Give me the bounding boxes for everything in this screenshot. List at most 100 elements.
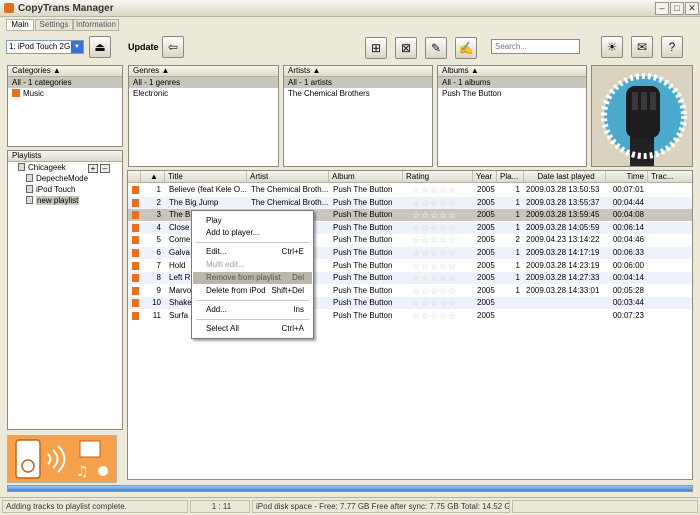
genres-header[interactable]: Genres ▲ [129, 66, 278, 77]
rating-stars[interactable]: ☆☆☆☆☆ [410, 297, 472, 309]
add-track-button[interactable]: ⊞ [365, 37, 387, 59]
rating-stars[interactable]: ☆☆☆☆☆ [410, 247, 472, 259]
track-date-last-played: 2009.03.28 14:27:33 [526, 273, 600, 283]
mail-button[interactable]: ✉ [631, 36, 653, 58]
table-row[interactable]: 1 Believe (feat Kele O... The Chemical Bro… [128, 184, 692, 196]
menu-separator [196, 242, 309, 243]
delete-track-button[interactable]: ⊠ [395, 37, 417, 59]
track-artist: The Chemical Broth... [251, 197, 329, 207]
list-item[interactable]: All - 1 categories [8, 77, 122, 88]
menu-item-delete-from-ipod[interactable]: Delete from iPod Shift+Del [193, 285, 312, 297]
title-bar: CopyTrans Manager – □ ✕ [0, 0, 700, 17]
track-album: Push The Button [333, 273, 393, 283]
column-plays[interactable]: Pla... [497, 171, 524, 183]
music-icon [132, 286, 139, 295]
column-rating[interactable]: Rating [403, 171, 473, 183]
playlist-item-depechemode[interactable]: DepecheMode [8, 173, 122, 184]
track-date-last-played [524, 310, 606, 322]
device-select-value: 1: iPod Touch 2G [9, 42, 71, 51]
track-plays [497, 310, 522, 322]
track-number: 3 [156, 210, 161, 220]
track-title: Believe (feat Kele O... [169, 185, 247, 194]
rating-stars[interactable]: ☆☆☆☆☆ [410, 272, 472, 284]
music-icon [130, 310, 139, 322]
categories-header[interactable]: Categories ▲ [8, 66, 122, 77]
eject-button[interactable]: ⏏ [89, 36, 111, 58]
column-date-last-played[interactable]: Date last played [524, 171, 606, 183]
column-time[interactable]: Time [606, 171, 648, 183]
search-input[interactable] [491, 39, 580, 54]
menu-item-add-to-player[interactable]: Add to player... [193, 227, 312, 239]
list-item[interactable]: Push The Button [438, 88, 586, 99]
device-select[interactable]: 1: iPod Touch 2G ▼ [6, 40, 84, 54]
track-time: 00:04:14 [612, 273, 644, 283]
track-plays: 1 [515, 210, 520, 220]
rating-stars[interactable]: ☆☆☆☆☆ [410, 285, 472, 297]
music-icon [132, 236, 139, 245]
track-year: 2005 [477, 311, 495, 320]
list-item[interactable]: All - 1 albums [438, 77, 586, 88]
list-item[interactable]: All - 1 artists [284, 77, 432, 88]
list-item[interactable]: All - 1 genres [129, 77, 278, 88]
tab-settings[interactable]: Settings [35, 19, 73, 31]
rating-stars[interactable]: ☆☆☆☆☆ [410, 209, 472, 221]
update-button[interactable]: ⇦ [162, 36, 184, 58]
close-button[interactable]: ✕ [685, 2, 699, 15]
help-button[interactable]: ? [661, 36, 683, 58]
column-title[interactable]: Title [165, 171, 247, 183]
add-playlist-button[interactable]: + [88, 164, 98, 173]
rating-stars[interactable]: ☆☆☆☆☆ [410, 310, 472, 322]
music-icon [132, 223, 139, 232]
rating-stars[interactable]: ☆☆☆☆☆ [410, 197, 472, 209]
rating-stars[interactable]: ☆☆☆☆☆ [410, 260, 472, 272]
column-artist[interactable]: Artist [247, 171, 329, 183]
playlist-item-ipod-touch[interactable]: iPod Touch [8, 184, 122, 195]
eject-icon: ⏏ [94, 40, 106, 54]
rating-stars[interactable]: ☆☆☆☆☆ [410, 222, 472, 234]
music-icon [132, 249, 139, 257]
column-album[interactable]: Album [329, 171, 403, 183]
add-track-icon: ⊞ [370, 41, 382, 55]
table-row[interactable]: 2 The Big Jump The Chemical Broth... Push T… [128, 196, 692, 209]
artists-header[interactable]: Artists ▲ [284, 66, 432, 77]
list-item[interactable]: Music [8, 88, 122, 99]
track-year: 2005 [477, 210, 495, 220]
tab-information[interactable]: Information [73, 19, 119, 31]
playlist-item-new-playlist[interactable]: new playlist [8, 195, 122, 206]
column-track[interactable]: Trac... [648, 171, 692, 183]
column-number[interactable]: ▲ [141, 171, 165, 183]
multi-edit-icon: ✍ [458, 41, 474, 55]
list-item[interactable]: The Chemical Brothers [284, 88, 432, 99]
track-time: 00:07:23 [612, 311, 644, 320]
chevron-down-icon[interactable]: ▼ [71, 41, 83, 53]
menu-item-edit[interactable]: Edit... Ctrl+E [193, 246, 312, 258]
music-icon [130, 285, 139, 297]
track-year: 2005 [477, 185, 495, 194]
music-icon [130, 209, 139, 221]
playlist-item-chicageek[interactable]: Chicageek + – [8, 162, 122, 173]
menu-item-remove-from-playlist[interactable]: Remove from playlist Del [193, 272, 312, 284]
menu-item-add[interactable]: Add... Ins [193, 304, 312, 316]
tips-button[interactable]: ☀ [601, 36, 623, 58]
delete-track-icon: ⊠ [400, 41, 412, 55]
track-plays: 1 [515, 248, 520, 257]
list-item[interactable]: Electronic [129, 88, 278, 99]
toolbar: 1: iPod Touch 2G ▼ ⏏ Update ⇦ ⊞ ⊠ ✎ ✍ ☀ … [0, 32, 700, 62]
remove-playlist-button[interactable]: – [100, 164, 110, 173]
maximize-button[interactable]: □ [670, 2, 684, 15]
multi-edit-button[interactable]: ✍ [455, 37, 477, 59]
menu-separator [196, 319, 309, 320]
track-date-last-played [524, 297, 606, 309]
minimize-button[interactable]: – [655, 2, 669, 15]
track-time: 00:06:14 [612, 222, 644, 232]
tab-main[interactable]: Main [6, 19, 34, 31]
rating-stars[interactable]: ☆☆☆☆☆ [410, 184, 472, 196]
menu-item-play[interactable]: Play [193, 215, 312, 227]
albums-header[interactable]: Albums ▲ [438, 66, 586, 77]
track-number: 10 [152, 298, 161, 308]
menu-item-select-all[interactable]: Select All Ctrl+A [193, 323, 312, 335]
albums-panel: Albums ▲ All - 1 albums Push The Button [437, 65, 587, 167]
column-year[interactable]: Year [473, 171, 497, 183]
rating-stars[interactable]: ☆☆☆☆☆ [410, 234, 472, 246]
edit-track-button[interactable]: ✎ [425, 37, 447, 59]
